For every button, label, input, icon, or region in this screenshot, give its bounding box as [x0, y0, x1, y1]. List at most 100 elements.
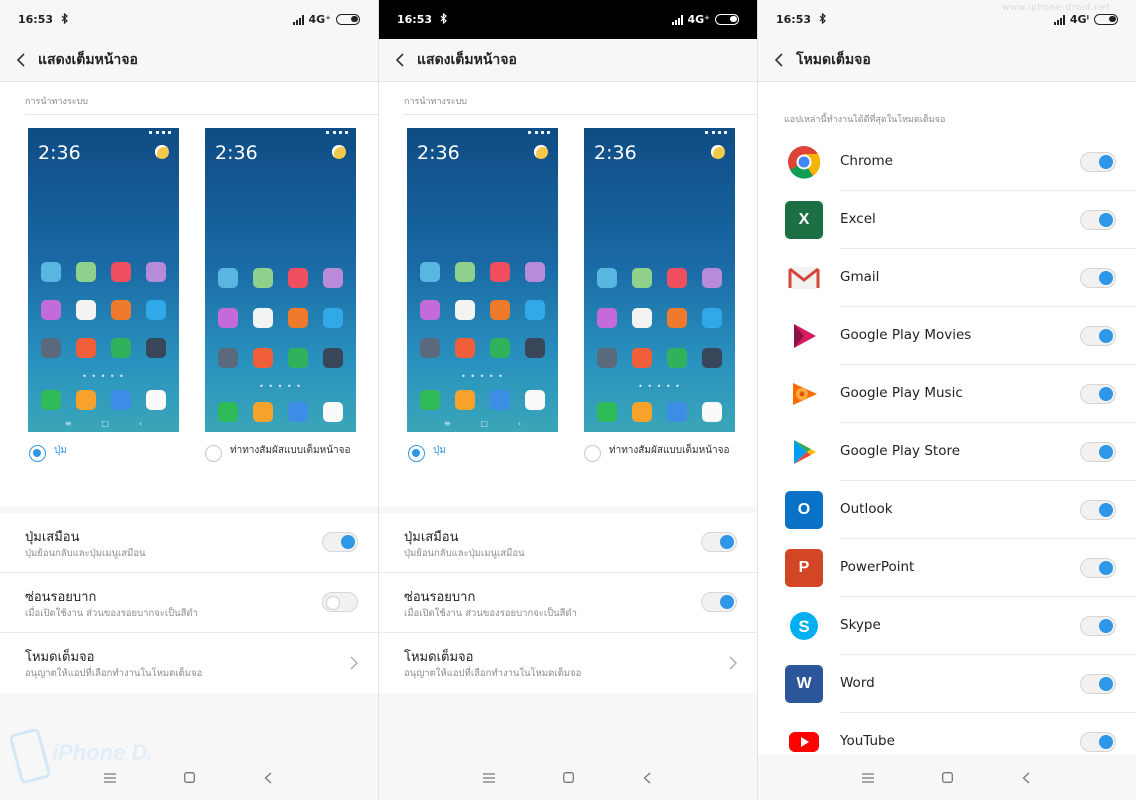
setting-title: ซ่อนรอยบาก — [404, 590, 476, 605]
star-app-icon — [218, 308, 239, 328]
themes-app-icon — [524, 262, 545, 282]
setting-title: ปุ่มเสมือน — [25, 530, 80, 545]
powerpoint-fullscreen-toggle[interactable] — [1080, 558, 1116, 578]
setting-virtual-buttons[interactable]: ปุ่มเสมือน ปุ่มย้อนกลับและปุ่มเมนูเสมือน — [0, 513, 378, 573]
settings-app-icon — [420, 338, 441, 358]
option-buttons[interactable]: ปุ่ม — [408, 444, 446, 462]
camera-app-icon — [322, 402, 343, 422]
preview-buttons[interactable]: 2:36 • • • • • ≡ □ ‹ — [28, 128, 179, 432]
status-time: 16:53 — [776, 13, 812, 26]
virtual-buttons-toggle[interactable] — [701, 532, 737, 552]
browser-app-icon — [666, 402, 687, 422]
word-icon: W — [785, 665, 823, 703]
back-icon[interactable] — [640, 771, 654, 785]
play-app-icon — [455, 300, 476, 320]
app-row-word[interactable]: W Word — [758, 655, 1136, 713]
play-store-fullscreen-toggle[interactable] — [1080, 442, 1116, 462]
star-app-icon — [597, 308, 618, 328]
radio-gestures[interactable] — [205, 445, 222, 462]
radio-buttons[interactable] — [408, 445, 425, 462]
excel-fullscreen-toggle[interactable] — [1080, 210, 1116, 230]
mi-store-app-icon — [632, 348, 653, 368]
watermark-logo-text: iPhone Droid — [52, 740, 150, 765]
chrome-fullscreen-toggle[interactable] — [1080, 152, 1116, 172]
page-dots: • • • • • — [461, 372, 504, 381]
youtube-fullscreen-toggle[interactable] — [1080, 732, 1116, 752]
status-time: 16:53 — [18, 13, 54, 26]
virtual-buttons-toggle[interactable] — [322, 532, 358, 552]
word-fullscreen-toggle[interactable] — [1080, 674, 1116, 694]
setting-virtual-buttons[interactable]: ปุ่มเสมือน ปุ่มย้อนกลับและปุ่มเมนูเสมือน — [379, 513, 757, 573]
play-movies-fullscreen-toggle[interactable] — [1080, 326, 1116, 346]
messages-app-icon — [76, 390, 97, 410]
mi-store-app-icon — [455, 338, 476, 358]
gallery-app-icon — [455, 262, 476, 282]
app-row-play-movies[interactable]: Google Play Movies — [758, 307, 1136, 365]
weather-app-icon — [41, 262, 62, 282]
setting-title: ปุ่มเสมือน — [404, 530, 459, 545]
app-row-powerpoint[interactable]: P PowerPoint — [758, 539, 1136, 597]
home-icon[interactable] — [940, 771, 954, 785]
app-list: Chrome X Excel Gmail Google Play Movies — [758, 133, 1136, 771]
app-row-excel[interactable]: X Excel — [758, 191, 1136, 249]
menu-icon[interactable] — [861, 771, 875, 785]
back-arrow-icon[interactable] — [0, 53, 38, 67]
app-row-skype[interactable]: S Skype — [758, 597, 1136, 655]
watermark-url: www.iphone-droid.net — [1002, 3, 1111, 13]
radio-buttons[interactable] — [29, 445, 46, 462]
chevron-right-icon — [350, 655, 358, 674]
home-icon[interactable] — [561, 771, 575, 785]
hide-notch-toggle[interactable] — [701, 592, 737, 612]
app-row-chrome[interactable]: Chrome — [758, 133, 1136, 191]
settings-list: ปุ่มเสมือน ปุ่มย้อนกลับและปุ่มเมนูเสมือน… — [379, 513, 757, 693]
preview-buttons[interactable]: 2:36 • • • • • ≡ □ ‹ — [407, 128, 558, 432]
music-app-icon — [287, 268, 308, 288]
home-icon[interactable] — [182, 771, 196, 785]
camera-app-icon — [145, 390, 166, 410]
browser-app-icon — [287, 402, 308, 422]
app-row-outlook[interactable]: O Outlook — [758, 481, 1136, 539]
play-music-icon — [785, 375, 823, 413]
settings-list: ปุ่มเสมือน ปุ่มย้อนกลับและปุ่มเมนูเสมือน… — [0, 513, 378, 693]
setting-hide-notch[interactable]: ซ่อนรอยบาก เมื่อเปิดใช้งาน ส่วนของรอยบาก… — [0, 573, 378, 633]
setting-subtitle: เมื่อเปิดใช้งาน ส่วนของรอยบากจะเป็นสีดำ — [404, 608, 577, 619]
signal-icon — [292, 14, 304, 25]
system-navigation-section: การนำทางระบบ 2:36 • • • • • ≡ □ ‹ 2:36 •… — [0, 82, 378, 506]
setting-fullscreen-mode[interactable]: โหมดเต็มจอ อนุญาตให้แอปที่เลือกทำงานในโห… — [379, 633, 757, 693]
skype-fullscreen-toggle[interactable] — [1080, 616, 1116, 636]
app-row-play-music[interactable]: Google Play Music — [758, 365, 1136, 423]
outlook-icon: O — [785, 491, 823, 529]
app-row-gmail[interactable]: Gmail — [758, 249, 1136, 307]
preview-gestures[interactable]: 2:36 • • • • • — [584, 128, 735, 432]
messages-app-icon — [455, 390, 476, 410]
app-row-play-store[interactable]: Google Play Store — [758, 423, 1136, 481]
calculator-app-icon — [489, 300, 510, 320]
back-icon[interactable] — [261, 771, 275, 785]
app-name: Google Play Store — [840, 443, 961, 459]
play-store-icon — [785, 433, 823, 471]
network-type: 4G⁺ — [687, 13, 711, 26]
option-gestures[interactable]: ท่าทางสัมผัสแบบเต็มหน้าจอ — [584, 444, 739, 462]
preview-status-icon — [528, 131, 550, 134]
screen-full-display-1: 16:53 4G⁺ แสดงเต็มหน้าจอ การนำทางระบบ 2:… — [0, 0, 378, 800]
gmail-icon — [785, 259, 823, 297]
play-music-fullscreen-toggle[interactable] — [1080, 384, 1116, 404]
preview-gestures[interactable]: 2:36 • • • • • — [205, 128, 356, 432]
setting-subtitle: อนุญาตให้แอปที่เลือกทำงานในโหมดเต็มจอ — [404, 668, 582, 679]
outlook-fullscreen-toggle[interactable] — [1080, 500, 1116, 520]
music-app-icon — [489, 262, 510, 282]
section-divider — [25, 114, 378, 115]
section-label: การนำทางระบบ — [404, 97, 468, 107]
setting-hide-notch[interactable]: ซ่อนรอยบาก เมื่อเปิดใช้งาน ส่วนของรอยบาก… — [379, 573, 757, 633]
menu-icon[interactable] — [482, 771, 496, 785]
back-icon[interactable] — [1019, 771, 1033, 785]
option-gestures[interactable]: ท่าทางสัมผัสแบบเต็มหน้าจอ — [205, 444, 360, 462]
hide-notch-toggle[interactable] — [322, 592, 358, 612]
bluetooth-icon — [819, 12, 827, 27]
radio-gestures[interactable] — [584, 445, 601, 462]
setting-fullscreen-mode[interactable]: โหมดเต็มจอ อนุญาตให้แอปที่เลือกทำงานในโห… — [0, 633, 378, 693]
back-arrow-icon[interactable] — [758, 53, 796, 67]
back-arrow-icon[interactable] — [379, 53, 417, 67]
option-buttons[interactable]: ปุ่ม — [29, 444, 67, 462]
gmail-fullscreen-toggle[interactable] — [1080, 268, 1116, 288]
